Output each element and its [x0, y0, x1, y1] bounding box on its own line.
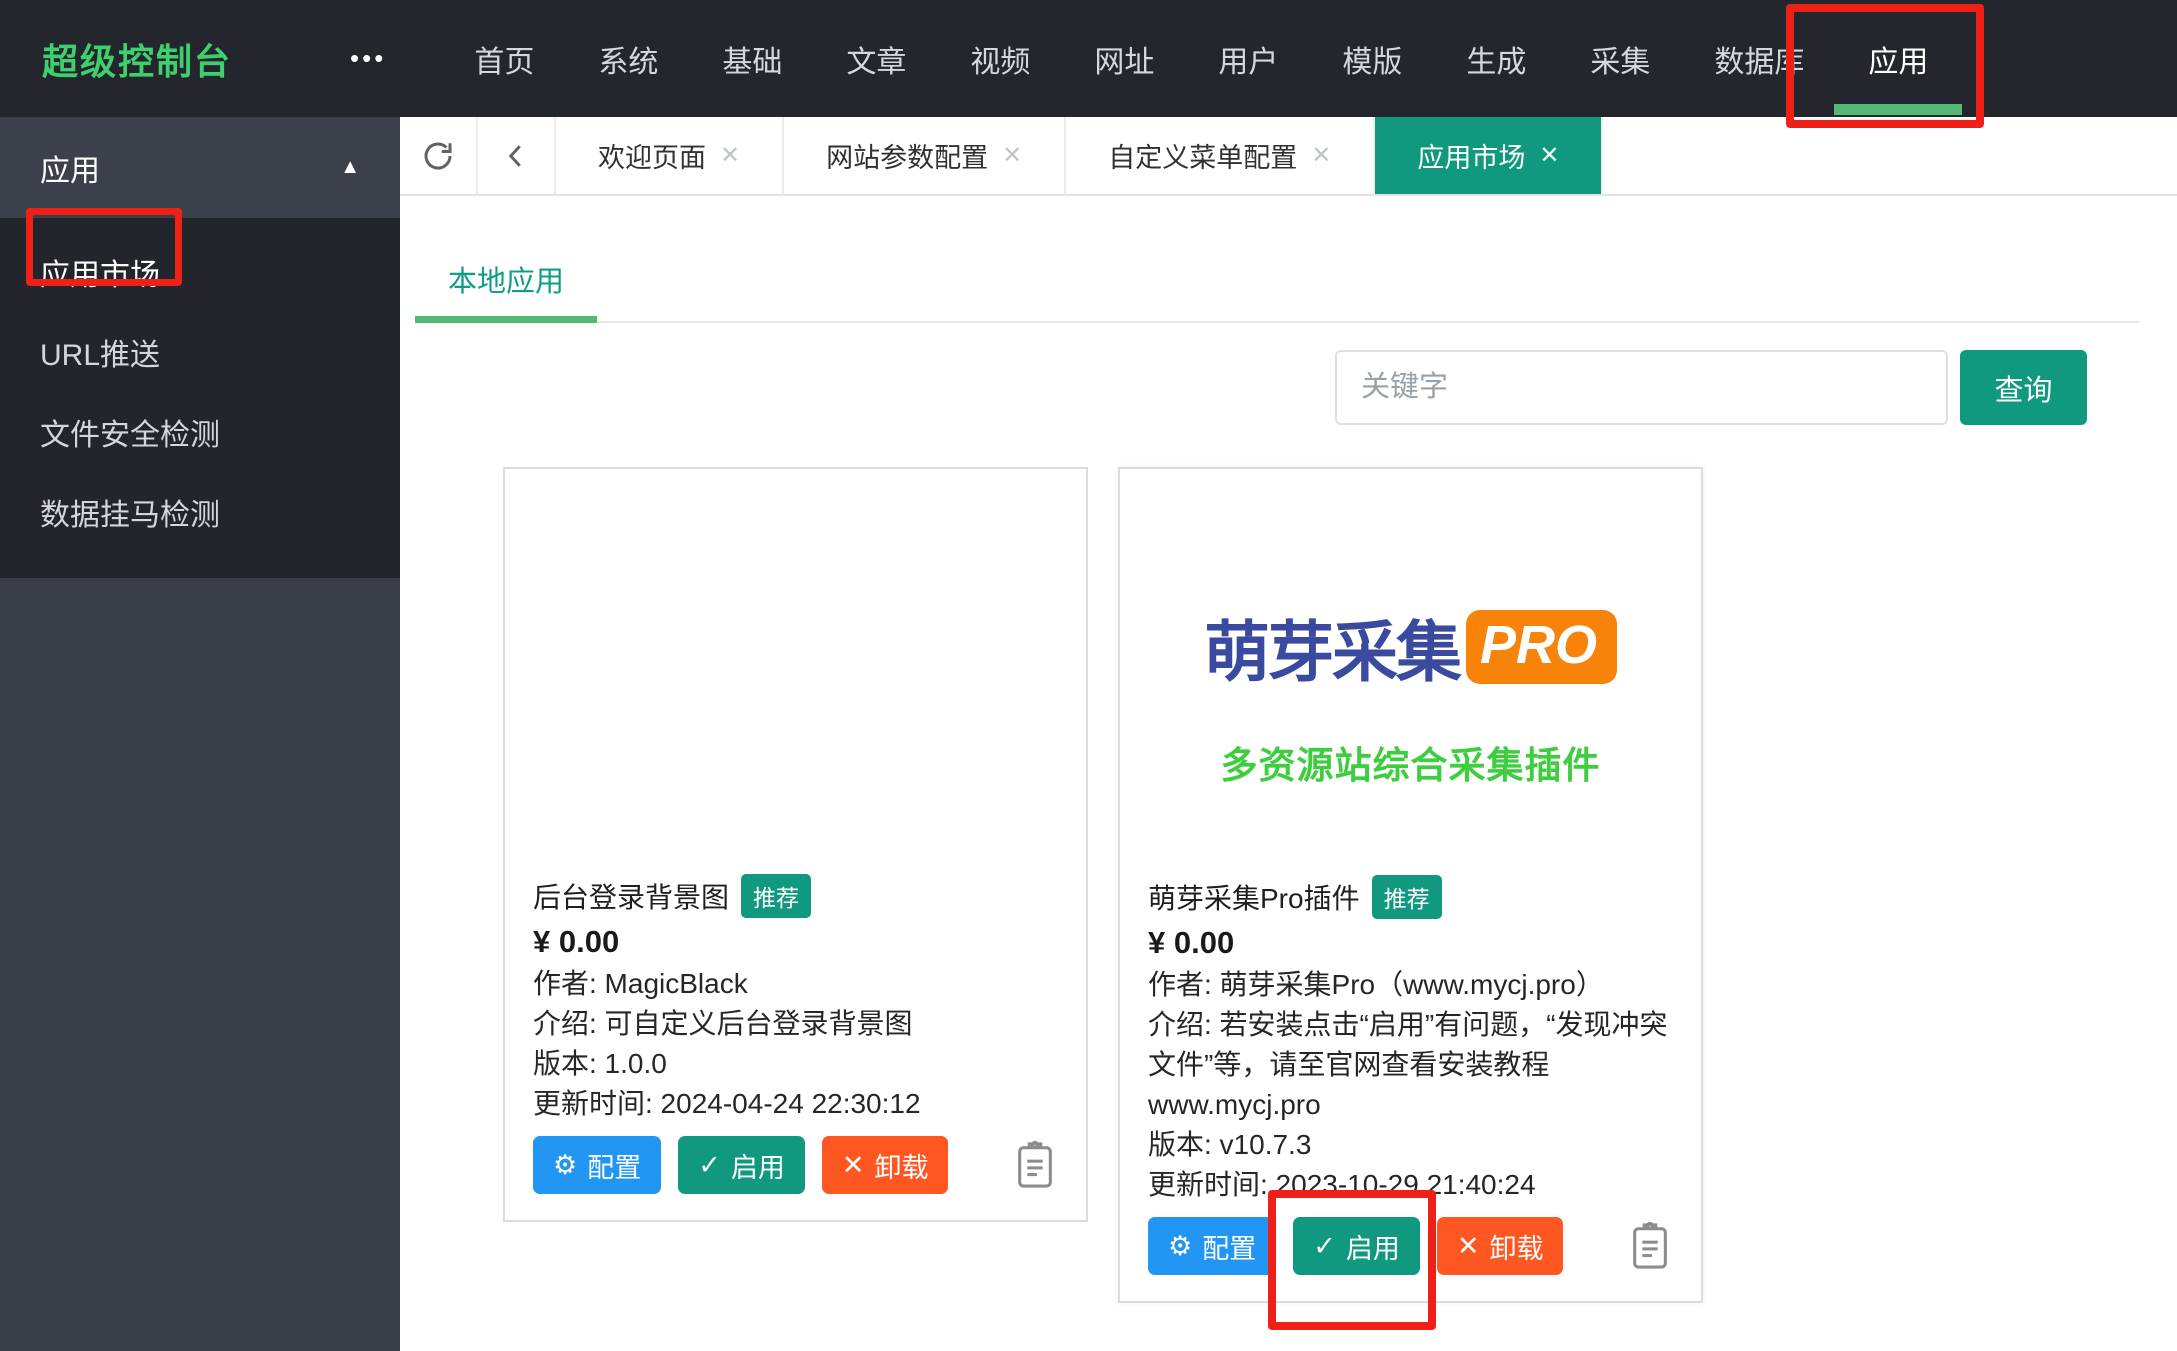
- nav-item-database[interactable]: 数据库: [1714, 0, 1804, 117]
- brand-title: 超级控制台: [42, 33, 232, 85]
- uninstall-button[interactable]: ✕ 卸载: [1437, 1217, 1564, 1275]
- app-version: 版本: 1.0.0: [533, 1044, 1058, 1084]
- x-icon: ✕: [1457, 1231, 1480, 1262]
- enable-button-label: 启用: [1346, 1227, 1400, 1266]
- app-version: 版本: v10.7.3: [1148, 1125, 1673, 1165]
- app-card-login-background: 后台登录背景图 推荐 ¥ 0.00 作者: MagicBlack 介绍: 可自定…: [503, 467, 1088, 1222]
- clipboard-icon[interactable]: [1012, 1138, 1058, 1192]
- app-title: 萌芽采集Pro插件: [1148, 877, 1360, 917]
- app-intro: 介绍: 若安装点击“启用”有问题，“发现冲突文件”等，请至官网查看安装教程 ww…: [1148, 1005, 1673, 1125]
- page-tabbar: 欢迎页面 ✕ 网站参数配置 ✕ 自定义菜单配置 ✕ 应用市场 ✕: [400, 117, 2177, 196]
- sidebar-group-label: 应用: [40, 146, 100, 190]
- nav-item-app[interactable]: 应用: [1868, 0, 1928, 117]
- sidebar-item-file-security-check[interactable]: 文件安全检测: [0, 392, 400, 472]
- recommend-badge: 推荐: [741, 874, 811, 918]
- active-tab-underline: [415, 316, 597, 323]
- nav-item-generate[interactable]: 生成: [1466, 0, 1526, 117]
- tab-site-params-config[interactable]: 网站参数配置 ✕: [784, 117, 1066, 194]
- enable-button[interactable]: ✓ 启用: [678, 1136, 805, 1194]
- app-author: 作者: MagicBlack: [533, 964, 1058, 1004]
- tab-custom-menu-config[interactable]: 自定义菜单配置 ✕: [1066, 117, 1375, 194]
- app-screenshot-placeholder: [533, 495, 1058, 874]
- logo-cn-text: 萌芽采集: [1204, 599, 1460, 695]
- tab-label: 网站参数配置: [826, 136, 988, 175]
- back-button[interactable]: [478, 117, 556, 194]
- config-button-label: 配置: [587, 1146, 641, 1185]
- nav-item-user[interactable]: 用户: [1218, 0, 1278, 117]
- refresh-button[interactable]: [400, 117, 478, 194]
- sidebar-item-url-push[interactable]: URL推送: [0, 312, 400, 392]
- check-icon: ✓: [698, 1150, 721, 1181]
- app-price: ¥ 0.00: [1148, 925, 1673, 961]
- uninstall-button[interactable]: ✕ 卸载: [822, 1136, 949, 1194]
- app-updated-time: 更新时间: 2023-10-29 21:40:24: [1148, 1165, 1673, 1205]
- gear-icon: ⚙: [553, 1150, 577, 1181]
- config-button[interactable]: ⚙ 配置: [533, 1136, 661, 1194]
- enable-button-label: 启用: [731, 1146, 785, 1185]
- app-author: 作者: 萌芽采集Pro（www.mycj.pro）: [1148, 965, 1673, 1005]
- logo-pro-badge: PRO: [1466, 610, 1617, 684]
- nav-item-basic[interactable]: 基础: [722, 0, 782, 117]
- recommend-badge: 推荐: [1372, 875, 1442, 919]
- close-tab-icon[interactable]: ✕: [1539, 141, 1559, 170]
- main-content: 本地应用 查询 后台登录背景图 推荐 ¥ 0.00 作者: MagicBlack…: [400, 196, 2177, 1351]
- close-tab-icon[interactable]: ✕: [1311, 141, 1331, 170]
- section-divider: [415, 321, 2139, 323]
- tab-app-market[interactable]: 应用市场 ✕: [1375, 117, 1603, 194]
- nav-item-system[interactable]: 系统: [598, 0, 658, 117]
- nav-item-home[interactable]: 首页: [474, 0, 534, 117]
- enable-button[interactable]: ✓ 启用: [1293, 1217, 1420, 1275]
- nav-item-template[interactable]: 模版: [1342, 0, 1402, 117]
- logo-spacer: [1148, 789, 1673, 875]
- sidebar: 应用 ▲ 应用市场 URL推送 文件安全检测 数据挂马检测: [0, 117, 400, 1351]
- tab-label: 应用市场: [1417, 136, 1525, 175]
- app-intro: 介绍: 可自定义后台登录背景图: [533, 1004, 1058, 1044]
- gear-icon: ⚙: [1168, 1231, 1192, 1262]
- app-window: 超级控制台 ••• 首页 系统 基础 文章 视频 网址 用户 模版 生成 采集 …: [0, 0, 2177, 1351]
- x-icon: ✕: [842, 1150, 865, 1181]
- tab-label: 自定义菜单配置: [1108, 136, 1297, 175]
- tab-local-apps[interactable]: 本地应用: [415, 258, 597, 300]
- refresh-icon: [420, 138, 456, 174]
- uninstall-button-label: 卸载: [874, 1146, 928, 1185]
- nav-item-url[interactable]: 网址: [1094, 0, 1154, 117]
- tab-welcome-page[interactable]: 欢迎页面 ✕: [556, 117, 784, 194]
- app-logo: 萌芽采集 PRO 多资源站综合采集插件: [1148, 599, 1673, 789]
- logo-subtitle: 多资源站综合采集插件: [1221, 735, 1601, 789]
- config-button[interactable]: ⚙ 配置: [1148, 1217, 1276, 1275]
- clipboard-icon[interactable]: [1627, 1219, 1673, 1273]
- more-menu-icon[interactable]: •••: [350, 43, 386, 74]
- app-card-mengya-collect-pro: 萌芽采集 PRO 多资源站综合采集插件 萌芽采集Pro插件 推荐 ¥ 0.00 …: [1118, 467, 1703, 1303]
- sidebar-group-app[interactable]: 应用 ▲: [0, 117, 400, 218]
- chevron-left-icon: [498, 138, 534, 174]
- collapse-caret-icon: ▲: [340, 156, 360, 179]
- app-title: 后台登录背景图: [533, 876, 729, 916]
- top-nav-menu: 首页 系统 基础 文章 视频 网址 用户 模版 生成 采集 数据库 应用: [474, 0, 1928, 117]
- app-updated-time: 更新时间: 2024-04-24 22:30:12: [533, 1084, 1058, 1124]
- sidebar-item-data-trojan-check[interactable]: 数据挂马检测: [0, 472, 400, 552]
- tab-label: 欢迎页面: [598, 136, 706, 175]
- sidebar-submenu: 应用市场 URL推送 文件安全检测 数据挂马检测: [0, 218, 400, 578]
- close-tab-icon[interactable]: ✕: [720, 141, 740, 170]
- sidebar-item-app-market[interactable]: 应用市场: [0, 232, 400, 312]
- app-price: ¥ 0.00: [533, 924, 1058, 960]
- check-icon: ✓: [1313, 1231, 1336, 1262]
- search-button[interactable]: 查询: [1960, 350, 2087, 425]
- top-navbar: 超级控制台 ••• 首页 系统 基础 文章 视频 网址 用户 模版 生成 采集 …: [0, 0, 2177, 117]
- nav-item-video[interactable]: 视频: [970, 0, 1030, 117]
- nav-item-article[interactable]: 文章: [846, 0, 906, 117]
- search-input[interactable]: [1335, 350, 1948, 425]
- nav-item-collect[interactable]: 采集: [1590, 0, 1650, 117]
- uninstall-button-label: 卸载: [1489, 1227, 1543, 1266]
- close-tab-icon[interactable]: ✕: [1002, 141, 1022, 170]
- config-button-label: 配置: [1202, 1227, 1256, 1266]
